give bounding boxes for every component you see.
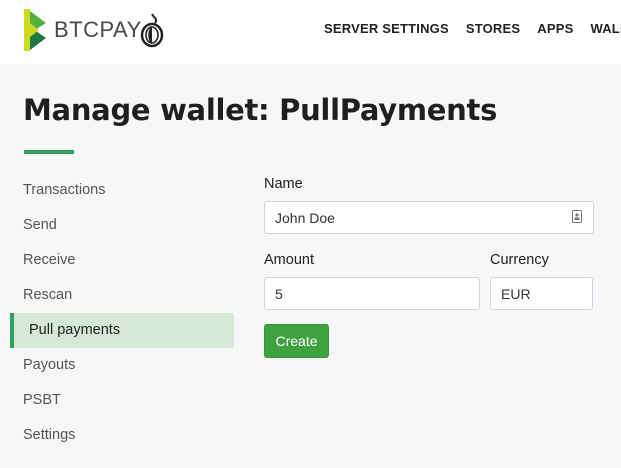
currency-label: Currency [490,252,549,268]
btcpay-logo[interactable]: BTCPAY [22,6,142,54]
nav-server-settings[interactable]: SERVER SETTINGS [324,21,449,36]
sidebar-item-pull-payments[interactable]: Pull payments [10,313,234,348]
sidebar-item-settings[interactable]: Settings [10,418,234,453]
amount-label: Amount [264,252,314,268]
page-title: Manage wallet: PullPayments [23,93,498,127]
sidebar-item-payouts[interactable]: Payouts [10,348,234,383]
btcpay-logo-icon [24,9,46,51]
title-underline [24,150,74,154]
wallet-sidebar: Transactions Send Receive Rescan Pull pa… [10,173,234,453]
onion-icon [140,13,164,48]
amount-field[interactable] [264,277,480,310]
nav-stores[interactable]: STORES [466,21,520,36]
sidebar-item-transactions[interactable]: Transactions [10,173,234,208]
sidebar-item-rescan[interactable]: Rescan [10,278,234,313]
sidebar-item-psbt[interactable]: PSBT [10,383,234,418]
sidebar-item-receive[interactable]: Receive [10,243,234,278]
currency-field[interactable] [490,277,593,310]
create-button[interactable]: Create [264,324,329,358]
sidebar-item-send[interactable]: Send [10,208,234,243]
nav-wallet[interactable]: WALLET [590,21,621,36]
top-navbar: BTCPAY SERVER SETTINGS STORES APPS WALLE… [0,0,621,64]
contact-card-icon[interactable] [572,210,582,223]
brand-name: BTCPAY [54,17,142,42]
main-nav: SERVER SETTINGS STORES APPS WALLET [324,21,621,36]
name-field[interactable] [264,201,594,234]
nav-apps[interactable]: APPS [537,21,573,36]
name-label: Name [264,176,303,192]
